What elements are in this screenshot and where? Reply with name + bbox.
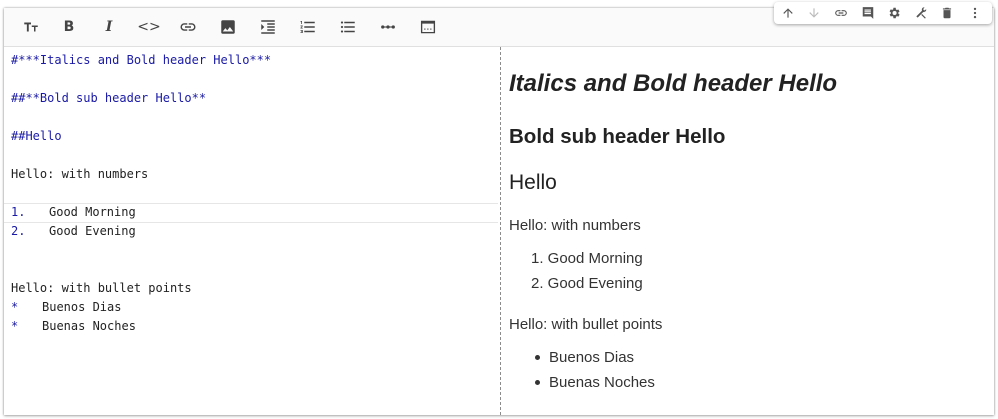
source-line-h3[interactable]: ##Hello (11, 128, 62, 144)
source-ol-item-2[interactable]: 2. Good Evening (11, 223, 136, 239)
copy-link-button[interactable] (831, 5, 851, 21)
bold-icon: B (63, 19, 75, 35)
trash-icon (942, 7, 952, 19)
text-size-icon (24, 22, 38, 32)
source-ul-item-2[interactable]: * Buenas Noches (11, 318, 136, 334)
text-size-button[interactable] (16, 13, 46, 41)
indent-icon (261, 20, 275, 34)
preview-icon (420, 20, 436, 34)
toggle-preview-button[interactable] (413, 13, 443, 41)
link-icon (180, 23, 196, 31)
more-vert-icon (973, 7, 977, 19)
numbered-list-button[interactable] (293, 13, 323, 41)
image-button[interactable] (213, 13, 243, 41)
list-item-text: Buenos Dias (42, 300, 122, 314)
rendered-preview-pane: Italics and Bold header Hello Bold sub h… (509, 47, 989, 415)
list-item-text: Good Morning (49, 205, 136, 219)
preview-ol-item: 1. Good Morning (531, 250, 643, 267)
list-item-text: Good Evening (49, 224, 136, 238)
source-line-bullets-intro[interactable]: Hello: with bullet points (11, 280, 192, 296)
source-ol-item-1[interactable]: 1. Good Morning (11, 204, 136, 220)
source-line-h1[interactable]: #***Italics and Bold header Hello*** (11, 52, 271, 68)
list-marker: * (11, 300, 19, 314)
move-down-button[interactable] (804, 5, 824, 21)
preview-numbers-intro: Hello: with numbers (509, 217, 641, 234)
image-icon (221, 20, 235, 34)
indent-button[interactable] (253, 13, 283, 41)
code-icon: <> (137, 19, 161, 35)
preview-heading-1: Italics and Bold header Hello (509, 70, 838, 97)
preview-ul-item-text: Buenas Noches (549, 374, 655, 391)
source-line-h2[interactable]: ##**Bold sub header Hello** (11, 90, 206, 106)
bold-button[interactable]: B (54, 13, 84, 41)
preview-ul-item: Buenos Dias (535, 349, 634, 366)
list-marker: * (11, 319, 19, 333)
italic-icon: I (105, 19, 113, 35)
numbered-list-icon (300, 21, 315, 33)
settings-button[interactable] (884, 5, 904, 21)
comment-button[interactable] (858, 5, 878, 21)
markdown-source-pane[interactable]: #***Italics and Bold header Hello*** ##*… (4, 47, 500, 415)
block-actions-toolbar (774, 2, 992, 24)
tools-icon (916, 7, 927, 19)
comment-icon (862, 7, 874, 19)
link-button[interactable] (173, 13, 203, 41)
italic-button[interactable]: I (94, 13, 124, 41)
list-item-text: Buenas Noches (42, 319, 136, 333)
link-icon (835, 10, 847, 16)
gear-icon (889, 7, 900, 19)
delete-button[interactable] (937, 5, 957, 21)
preview-heading-2: Bold sub header Hello (509, 125, 726, 148)
preview-bullets-intro: Hello: with bullet points (509, 316, 663, 333)
horizontal-rule-button[interactable] (373, 13, 403, 41)
bullet-dot (535, 379, 540, 385)
bullet-list-icon (340, 21, 355, 33)
preview-ul-item: Buenas Noches (535, 374, 655, 391)
source-ul-item-1[interactable]: * Buenos Dias (11, 299, 121, 315)
more-options-button[interactable] (965, 5, 985, 21)
move-up-button[interactable] (778, 5, 798, 21)
preview-ul-item-text: Buenos Dias (549, 349, 635, 366)
preview-heading-3: Hello (509, 171, 557, 194)
list-marker: 2. (11, 224, 26, 238)
pane-divider[interactable] (500, 47, 501, 415)
bullet-list-button[interactable] (333, 13, 363, 41)
bullet-dot (535, 354, 540, 360)
arrow-up-icon (783, 8, 793, 18)
source-line-numbers-intro[interactable]: Hello: with numbers (11, 166, 148, 182)
preview-ol-item: 2. Good Evening (531, 275, 643, 292)
markdown-editor: B I <> #***Italics and Bold header Hello… (4, 2, 994, 415)
list-marker: 1. (11, 205, 26, 219)
tools-button[interactable] (911, 5, 931, 21)
more-horiz-icon (381, 25, 395, 29)
code-button[interactable]: <> (134, 13, 164, 41)
arrow-down-icon (809, 8, 819, 18)
